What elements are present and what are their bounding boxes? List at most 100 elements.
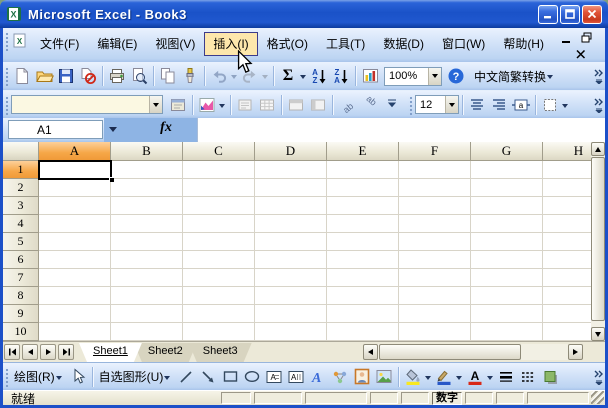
column-header-b[interactable]: B: [111, 142, 183, 161]
autoshapes-dropdown-icon[interactable]: [164, 376, 170, 383]
workbook-minimize-icon[interactable]: [560, 33, 574, 45]
help-button[interactable]: ?: [445, 65, 467, 87]
autosum-button[interactable]: Σ: [277, 65, 299, 87]
draw-dropdown-icon[interactable]: [56, 376, 62, 383]
align-right-button[interactable]: [488, 94, 510, 116]
draw-menu-button[interactable]: 绘图(R): [11, 366, 67, 387]
line-color-dropdown-icon[interactable]: [456, 376, 462, 383]
dash-style-button[interactable]: [517, 366, 539, 388]
minimize-button[interactable]: [538, 5, 558, 24]
menu-format[interactable]: 格式(O): [258, 32, 317, 56]
fill-color-button[interactable]: [402, 366, 424, 388]
diagram-button[interactable]: [329, 366, 351, 388]
arrow-tool-button[interactable]: [197, 366, 219, 388]
menu-tools[interactable]: 工具(T): [317, 32, 374, 56]
merge-center-button[interactable]: a: [510, 94, 532, 116]
column-header-h[interactable]: H: [543, 142, 591, 161]
font-size-combobox[interactable]: 12: [415, 95, 459, 114]
chart-objects-dropdown-icon[interactable]: [149, 96, 162, 113]
angle-counterclockwise-button[interactable]: ab: [336, 94, 358, 116]
toolbar-grip[interactable]: [4, 66, 9, 86]
horizontal-scrollbar[interactable]: [363, 344, 583, 360]
column-header-e[interactable]: E: [327, 142, 399, 161]
resize-grip[interactable]: [591, 391, 604, 404]
row-header-9[interactable]: 9: [3, 305, 39, 323]
toolbar-grip[interactable]: [4, 367, 9, 387]
text-box-button[interactable]: A: [263, 366, 285, 388]
menu-file[interactable]: 文件(F): [31, 32, 88, 56]
selected-cell-a1[interactable]: [38, 160, 112, 180]
font-color-dropdown-icon[interactable]: [487, 376, 493, 383]
print-button[interactable]: [106, 65, 128, 87]
fill-handle[interactable]: [109, 177, 114, 182]
angle-clockwise-button[interactable]: ab: [358, 94, 380, 116]
sort-descending-button[interactable]: ZA: [330, 65, 352, 87]
row-header-3[interactable]: 3: [3, 197, 39, 215]
tab-sheet3[interactable]: Sheet3: [189, 343, 252, 362]
chart-objects-combobox[interactable]: [11, 95, 163, 114]
sort-ascending-button[interactable]: AZ: [308, 65, 330, 87]
formula-input[interactable]: [197, 118, 605, 142]
toolbar-grip[interactable]: [408, 95, 413, 115]
chinese-translate-button[interactable]: 中文简繁转换: [471, 66, 558, 87]
chart-toolbar-options-button[interactable]: [386, 93, 398, 117]
line-color-button[interactable]: [433, 366, 455, 388]
menu-help[interactable]: 帮助(H): [494, 32, 553, 56]
row-header-1[interactable]: 1: [3, 161, 39, 179]
column-header-f[interactable]: F: [399, 142, 471, 161]
row-header-10[interactable]: 10: [3, 323, 39, 341]
chart-wizard-button[interactable]: [359, 65, 381, 87]
borders-button[interactable]: [539, 94, 561, 116]
clip-art-button[interactable]: [351, 366, 373, 388]
new-document-button[interactable]: [11, 65, 33, 87]
translate-dropdown-icon[interactable]: [547, 75, 553, 82]
last-sheet-button[interactable]: [58, 344, 74, 360]
autosum-dropdown-icon[interactable]: [300, 75, 306, 82]
align-center-button[interactable]: [466, 94, 488, 116]
permission-button[interactable]: [77, 65, 99, 87]
vertical-scrollbar[interactable]: [591, 142, 605, 341]
fill-color-dropdown-icon[interactable]: [425, 376, 431, 383]
scroll-left-button[interactable]: [363, 344, 378, 360]
close-button[interactable]: [582, 5, 602, 24]
menu-data[interactable]: 数据(D): [374, 32, 433, 56]
vertical-text-box-button[interactable]: A: [285, 366, 307, 388]
row-header-5[interactable]: 5: [3, 233, 39, 251]
next-sheet-button[interactable]: [40, 344, 56, 360]
row-header-6[interactable]: 6: [3, 251, 39, 269]
name-box-dropdown-icon[interactable]: [109, 127, 117, 136]
toolbar-grip[interactable]: [4, 95, 9, 115]
toolbar-options-button[interactable]: [593, 64, 605, 88]
column-header-a[interactable]: A: [39, 142, 111, 161]
scroll-up-button[interactable]: [591, 142, 605, 156]
chart-type-button[interactable]: [196, 94, 218, 116]
select-all-corner[interactable]: [3, 142, 39, 161]
rectangle-tool-button[interactable]: [219, 366, 241, 388]
name-box[interactable]: A1: [8, 120, 103, 139]
column-header-c[interactable]: C: [183, 142, 255, 161]
line-tool-button[interactable]: [175, 366, 197, 388]
open-folder-button[interactable]: [33, 65, 55, 87]
data-table-button[interactable]: [256, 94, 278, 116]
row-header-4[interactable]: 4: [3, 215, 39, 233]
row-header-7[interactable]: 7: [3, 269, 39, 287]
insert-function-button[interactable]: fx: [151, 120, 181, 136]
chart-type-dropdown-icon[interactable]: [219, 104, 225, 111]
previous-sheet-button[interactable]: [22, 344, 38, 360]
font-size-dropdown-icon[interactable]: [445, 96, 458, 113]
save-button[interactable]: [55, 65, 77, 87]
font-color-button[interactable]: A: [464, 366, 486, 388]
zoom-dropdown-icon[interactable]: [428, 68, 441, 85]
cells-area[interactable]: [39, 161, 591, 341]
insert-picture-button[interactable]: [373, 366, 395, 388]
maximize-button[interactable]: [560, 5, 580, 24]
by-column-button[interactable]: [307, 94, 329, 116]
vertical-scroll-thumb[interactable]: [591, 157, 605, 321]
legend-button[interactable]: [234, 94, 256, 116]
format-object-button[interactable]: [167, 94, 189, 116]
borders-dropdown-icon[interactable]: [562, 104, 568, 111]
tab-sheet2[interactable]: Sheet2: [134, 343, 197, 362]
column-header-d[interactable]: D: [255, 142, 327, 161]
wordart-button[interactable]: A: [307, 366, 329, 388]
scroll-right-button[interactable]: [568, 344, 583, 360]
